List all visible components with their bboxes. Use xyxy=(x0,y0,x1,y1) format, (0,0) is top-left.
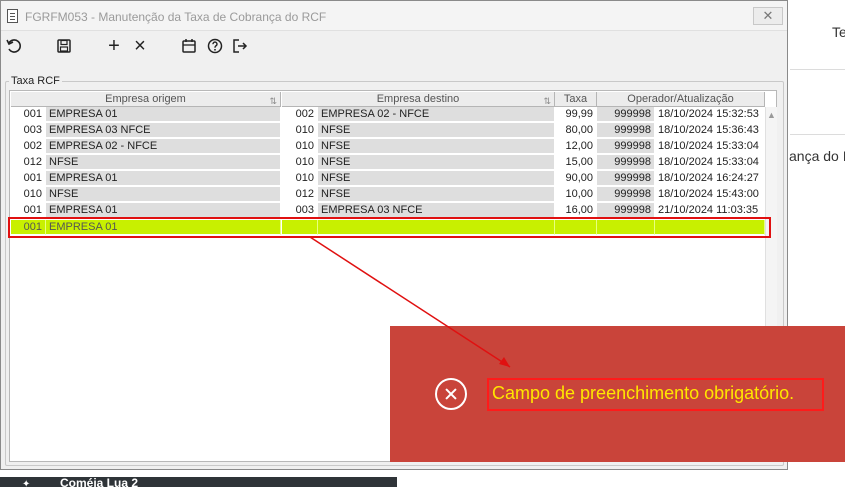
annotation-arrow xyxy=(309,236,511,368)
